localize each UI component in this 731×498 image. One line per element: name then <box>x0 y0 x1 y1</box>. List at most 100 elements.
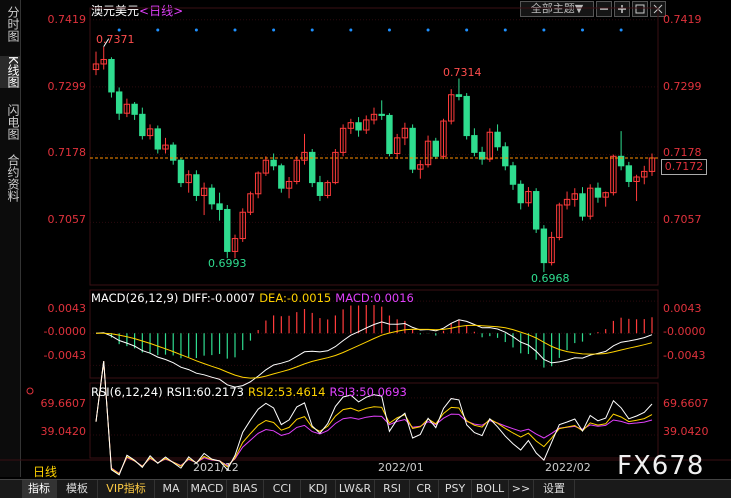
tab-more[interactable]: >> <box>509 480 534 498</box>
candle-body <box>278 165 285 189</box>
tab-kdj[interactable]: KDJ <box>301 480 336 498</box>
indicator-tab-bar: 指标 模板 VIP指标 MA MACD BIAS CCI KDJ LW&R RS… <box>0 479 731 498</box>
price-tick-right: 0.7057 <box>663 213 702 226</box>
macd-macd-value: MACD:0.0016 <box>335 291 414 305</box>
macd-tick-left: -0.0043 <box>43 349 86 362</box>
signal-dot <box>619 28 623 32</box>
rsi1-value: RSI1:60.2173 <box>166 385 244 399</box>
price-tick-left: 0.7419 <box>47 13 87 26</box>
signal-dot <box>426 28 430 32</box>
macd-diff-value: DIFF:-0.0007 <box>182 291 256 305</box>
tab-cci[interactable]: CCI <box>264 480 301 498</box>
candle-body <box>224 208 231 252</box>
tab-rsi[interactable]: RSI <box>375 480 410 498</box>
rsi-legend: RSI(6,12,24) RSI1:60.2173 RSI2:53.4614 RSI3… <box>91 385 411 399</box>
tab-lwr[interactable]: LW&R <box>336 480 375 498</box>
date-label: 2022/02 <box>545 461 591 474</box>
macd-tick-right: -0.0043 <box>663 349 706 362</box>
candle-body <box>625 165 633 182</box>
macd-tick-right: -0.0000 <box>663 325 706 338</box>
price-tick-left: 0.7178 <box>47 146 87 159</box>
candle-body <box>540 228 548 264</box>
signal-dot <box>233 28 237 32</box>
tab-bias[interactable]: BIAS <box>227 480 264 498</box>
price-tick-right: 0.7419 <box>663 13 702 26</box>
candle-body <box>502 146 509 167</box>
macd-dea-value: DEA:-0.0015 <box>259 291 332 305</box>
candle-body <box>355 122 362 131</box>
rsi-tick-left: 39.0420 <box>40 425 87 438</box>
candle-body <box>455 94 463 97</box>
tab-cr[interactable]: CR <box>410 480 439 498</box>
tab-boll[interactable]: BOLL <box>472 480 509 498</box>
candle-body <box>193 174 200 196</box>
annotation-high-1: 0.7371 <box>96 33 135 46</box>
candle-body <box>309 151 316 184</box>
tab-vip-indicator[interactable]: VIP指标 <box>98 480 155 498</box>
candle-body <box>579 193 586 217</box>
candle-body <box>154 128 161 150</box>
candle-body <box>463 95 470 137</box>
candle-body <box>131 103 138 115</box>
signal-dot <box>194 28 198 32</box>
tab-psy[interactable]: PSY <box>439 480 472 498</box>
watermark: FX678 <box>617 451 705 481</box>
macd-tick-left: -0.0000 <box>43 325 86 338</box>
tab-macd[interactable]: MACD <box>188 480 227 498</box>
candle-body <box>270 159 277 167</box>
candle-body <box>532 191 540 230</box>
signal-dot <box>581 28 584 32</box>
chart-canvas[interactable] <box>0 0 731 497</box>
signal-dot <box>387 28 391 32</box>
tab-indicator[interactable]: 指标 <box>22 480 57 498</box>
candle-body <box>471 135 478 153</box>
annotation-low-2: 0.6968 <box>531 272 570 285</box>
macd-tick-left: 0.0043 <box>47 302 87 315</box>
current-price-label: 0.7172 <box>661 159 707 175</box>
price-tick-left: 0.7299 <box>47 80 87 93</box>
tab-ma[interactable]: MA <box>155 480 188 498</box>
date-label: 2021/12 <box>193 461 239 474</box>
macd-params: MACD(26,12,9) <box>91 291 179 305</box>
date-label: 2022/01 <box>378 461 424 474</box>
candle-body <box>316 182 324 196</box>
candle-body <box>208 187 216 205</box>
price-tick-left: 0.7057 <box>47 213 87 226</box>
macd-legend: MACD(26,12,9) DIFF:-0.0007 DEA:-0.0015 MACD… <box>91 291 418 305</box>
candle-body <box>108 58 115 93</box>
candle-body <box>494 131 501 148</box>
candle-body <box>409 127 416 170</box>
signal-dot <box>542 28 546 32</box>
candle-body <box>509 165 517 185</box>
candle-body <box>432 140 439 157</box>
signal-dot <box>156 28 160 32</box>
signal-dot <box>310 28 314 32</box>
annotation-high-2: 0.7314 <box>443 66 482 79</box>
signal-dot <box>117 28 121 32</box>
tab-template[interactable]: 模板 <box>57 480 98 498</box>
candle-body <box>115 91 123 114</box>
period-label: 日线 <box>33 465 58 479</box>
rsi-params: RSI(6,12,24) <box>91 385 163 399</box>
macd-tick-right: 0.0043 <box>663 302 702 315</box>
rsi-tick-right: 69.6607 <box>663 397 709 410</box>
price-tick-right: 0.7178 <box>663 146 702 159</box>
candle-body <box>378 113 385 116</box>
rsi-tick-left: 69.6607 <box>40 397 87 410</box>
signal-dot <box>465 28 469 32</box>
tab-settings[interactable]: 设置 <box>534 480 575 498</box>
candle-body <box>177 159 185 184</box>
rsi-tick-right: 39.0420 <box>663 425 709 438</box>
candle-body <box>594 187 602 198</box>
signal-dot <box>272 28 276 32</box>
candle-body <box>139 113 146 137</box>
candle-body <box>386 114 393 154</box>
signal-dot <box>349 28 353 32</box>
annotation-low-1: 0.6993 <box>208 257 247 270</box>
rsi-settings-icon <box>26 387 34 395</box>
candle-body <box>216 203 223 210</box>
price-tick-right: 0.7299 <box>663 80 702 93</box>
candle-body <box>517 183 524 204</box>
rsi2-value: RSI2:53.4614 <box>248 385 326 399</box>
signal-dot <box>503 28 507 32</box>
